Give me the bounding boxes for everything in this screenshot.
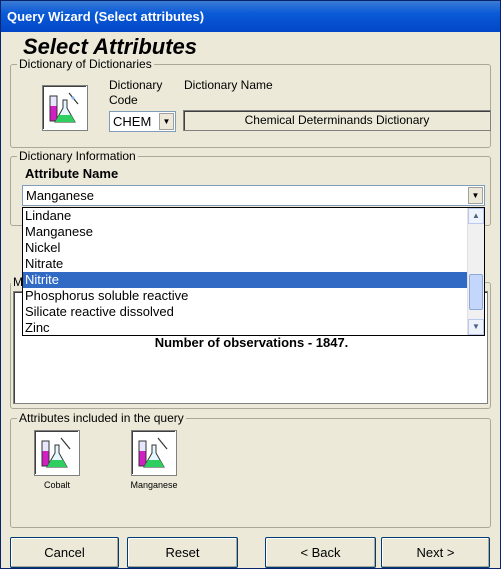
dictionary-name-field: Chemical Determinands Dictionary [183,110,491,131]
list-item[interactable]: Lindane [23,208,484,224]
attribute-dropdown-list[interactable]: Lindane Manganese Nickel Nitrate Nitrite… [22,207,485,336]
attribute-name-select[interactable]: Manganese ▼ [22,185,485,206]
included-attribute-label: Manganese [130,480,178,490]
dictionary-code-select[interactable]: CHEM ▼ [109,111,176,132]
group-legend: Attributes included in the query [17,411,186,425]
scroll-down-icon[interactable]: ▼ [468,319,484,335]
query-wizard-window: Query Wizard (Select attributes) Select … [0,0,501,569]
window-title: Query Wizard (Select attributes) [1,1,500,32]
chemistry-flasks-icon [131,430,177,476]
scroll-up-icon[interactable]: ▲ [468,208,484,224]
list-item[interactable]: Phosphorus soluble reactive [23,288,484,304]
dropdown-scrollbar[interactable]: ▲ ▼ [467,208,484,335]
chemistry-flasks-icon [34,430,80,476]
group-legend: Dictionary of Dictionaries [17,57,154,71]
dictionary-code-label: Dictionary Code [109,78,163,107]
dictionary-code-value: CHEM [113,114,152,129]
included-attribute-manganese[interactable]: Manganese [124,430,184,490]
wizard-button-bar: Cancel Reset < Back Next > [1,537,500,570]
attribute-name-label: Attribute Name [25,166,119,181]
list-item[interactable]: Nitrate [23,256,484,272]
next-button[interactable]: Next > [381,537,490,568]
included-attribute-cobalt[interactable]: Cobalt [27,430,87,490]
list-item[interactable]: Silicate reactive dissolved [23,304,484,320]
chevron-down-icon[interactable]: ▼ [159,113,174,130]
back-button[interactable]: < Back [265,537,376,568]
list-item[interactable]: Nickel [23,240,484,256]
reset-button[interactable]: Reset [127,537,238,568]
included-attribute-label: Cobalt [43,480,70,490]
list-item[interactable]: Zinc [23,320,484,336]
group-legend: Dictionary Information [17,149,138,163]
list-item-selected[interactable]: Nitrite [23,272,484,288]
observations-count: Number of observations - 1847. [154,335,349,350]
chevron-down-icon[interactable]: ▼ [468,187,483,204]
scrollbar-thumb[interactable] [469,274,483,310]
list-item[interactable]: Manganese [23,224,484,240]
dictionary-name-label: Dictionary Name [184,78,273,92]
chemistry-flasks-icon [42,85,88,131]
attribute-name-value: Manganese [26,188,94,203]
cancel-button[interactable]: Cancel [10,537,119,568]
